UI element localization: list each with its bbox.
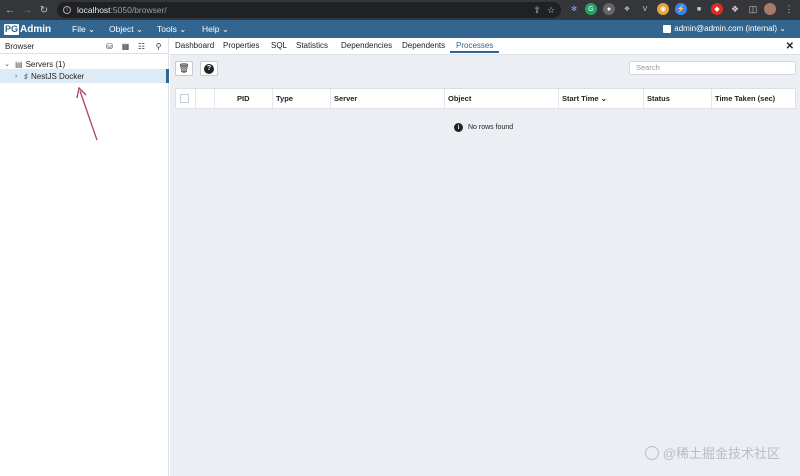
- profile-avatar[interactable]: [764, 3, 776, 15]
- column-header-server[interactable]: Server: [331, 89, 445, 108]
- extension-bolt-icon[interactable]: ⚡: [675, 3, 687, 15]
- extension-color-icon[interactable]: ◉: [657, 3, 669, 15]
- browser-panel-header: Browser ⛁ ▦ ☷ ⚲: [0, 38, 169, 54]
- browser-toolbar: ← → ↻ i localhost:5050/browser/ ⇧ ☆ ✻ G …: [0, 0, 800, 20]
- column-header-pid[interactable]: PID: [215, 89, 273, 108]
- site-info-icon[interactable]: i: [63, 6, 71, 14]
- expand-column-header: [196, 89, 215, 108]
- browser-panel-title: Browser: [5, 42, 35, 51]
- filter-rows-icon[interactable]: ☷: [136, 41, 147, 52]
- extension-react-icon[interactable]: ✻: [568, 3, 580, 15]
- column-header-time-taken[interactable]: Time Taken (sec): [712, 89, 796, 108]
- select-all-checkbox[interactable]: [180, 94, 189, 103]
- tab-sql[interactable]: SQL: [271, 41, 287, 53]
- delete-button[interactable]: 🗑: [175, 61, 193, 76]
- url-path: :5050/browser/: [110, 5, 167, 15]
- browser-panel: Browser ⛁ ▦ ☷ ⚲ ⌄ ▤ Servers (1) › ♯ Nest…: [0, 38, 169, 476]
- chevron-down-icon[interactable]: ⌄: [3, 60, 11, 68]
- tab-properties[interactable]: Properties: [223, 41, 259, 53]
- menu-file[interactable]: File ⌄: [72, 23, 95, 35]
- main-panel: Dashboard Properties SQL Statistics Depe…: [170, 38, 800, 476]
- watermark: @稀土掘金技术社区: [644, 443, 780, 462]
- side-panel-icon[interactable]: ◫: [747, 3, 759, 15]
- tab-statistics[interactable]: Statistics: [296, 41, 328, 53]
- tab-processes[interactable]: Processes: [450, 41, 500, 53]
- elephant-server-icon: ♯: [24, 71, 28, 81]
- address-bar[interactable]: i localhost:5050/browser/ ⇧ ☆: [57, 2, 561, 18]
- column-header-start-time[interactable]: Start Time ⌄: [559, 89, 644, 108]
- column-header-type[interactable]: Type: [273, 89, 331, 108]
- servers-group-icon: ▤: [15, 59, 23, 69]
- user-label: admin@admin.com (internal) ⌄: [674, 24, 786, 33]
- watermark-text: @稀土掘金技术社区: [662, 446, 780, 461]
- tab-dependencies[interactable]: Dependencies: [341, 41, 392, 53]
- logo-admin: Admin: [20, 23, 52, 35]
- tab-dashboard[interactable]: Dashboard: [175, 41, 214, 53]
- menu-object[interactable]: Object ⌄: [109, 23, 143, 35]
- url-host: localhost: [77, 5, 111, 15]
- search-input[interactable]: Search: [629, 61, 796, 75]
- pgadmin-menubar: PG Admin File ⌄ Object ⌄ Tools ⌄ Help ⌄ a…: [0, 20, 800, 38]
- view-data-icon[interactable]: ▦: [120, 41, 131, 52]
- column-header-object[interactable]: Object: [445, 89, 559, 108]
- query-tool-icon[interactable]: ⛁: [104, 41, 115, 52]
- column-header-status[interactable]: Status: [644, 89, 712, 108]
- search-objects-icon[interactable]: ⚲: [153, 41, 164, 52]
- menu-help[interactable]: Help ⌄: [202, 23, 229, 35]
- chrome-menu-icon[interactable]: ⋮: [783, 3, 795, 15]
- help-button[interactable]: ?: [200, 61, 218, 76]
- empty-state: i No rows found: [454, 123, 513, 132]
- select-all-header: [176, 89, 196, 108]
- menu-tools[interactable]: Tools ⌄: [157, 23, 186, 35]
- juejin-logo-icon: [644, 445, 659, 460]
- back-arrow-icon[interactable]: ←: [3, 3, 17, 17]
- extensions-puzzle-icon[interactable]: ❖: [729, 3, 741, 15]
- reload-icon[interactable]: ↻: [37, 3, 51, 17]
- user-menu[interactable]: admin@admin.com (internal) ⌄: [663, 23, 786, 35]
- extension-grammarly-icon[interactable]: G: [585, 3, 597, 15]
- extension-translate-icon[interactable]: ❖: [621, 3, 633, 15]
- tree-item-label: Servers (1): [25, 59, 66, 69]
- help-icon: ?: [204, 63, 214, 74]
- trash-icon: 🗑: [178, 63, 190, 73]
- share-icon[interactable]: ⇧: [531, 4, 543, 16]
- tab-bar: Dashboard Properties SQL Statistics Depe…: [170, 38, 800, 55]
- close-icon[interactable]: ✕: [786, 41, 794, 52]
- pgadmin-logo: PG Admin: [4, 23, 51, 35]
- empty-state-message: No rows found: [468, 124, 514, 131]
- processes-table: PID Type Server Object Start Time ⌄ Stat…: [175, 88, 796, 109]
- forward-arrow-icon[interactable]: →: [20, 3, 34, 17]
- extension-vue-icon[interactable]: V: [639, 3, 651, 15]
- user-avatar-icon: [663, 25, 672, 33]
- bookmark-star-icon[interactable]: ☆: [545, 4, 557, 16]
- tab-dependents[interactable]: Dependents: [402, 41, 445, 53]
- chevron-right-icon[interactable]: ›: [12, 73, 20, 80]
- tree-item-server[interactable]: › ♯ NestJS Docker: [0, 69, 169, 83]
- info-icon: i: [454, 123, 463, 132]
- extension-red-icon[interactable]: ◆: [711, 3, 723, 15]
- extension-record-icon[interactable]: ●: [603, 3, 615, 15]
- logo-pg: PG: [4, 23, 20, 35]
- extension-puzzle-blue-icon[interactable]: ■: [693, 3, 705, 15]
- tree-item-label: NestJS Docker: [31, 71, 85, 81]
